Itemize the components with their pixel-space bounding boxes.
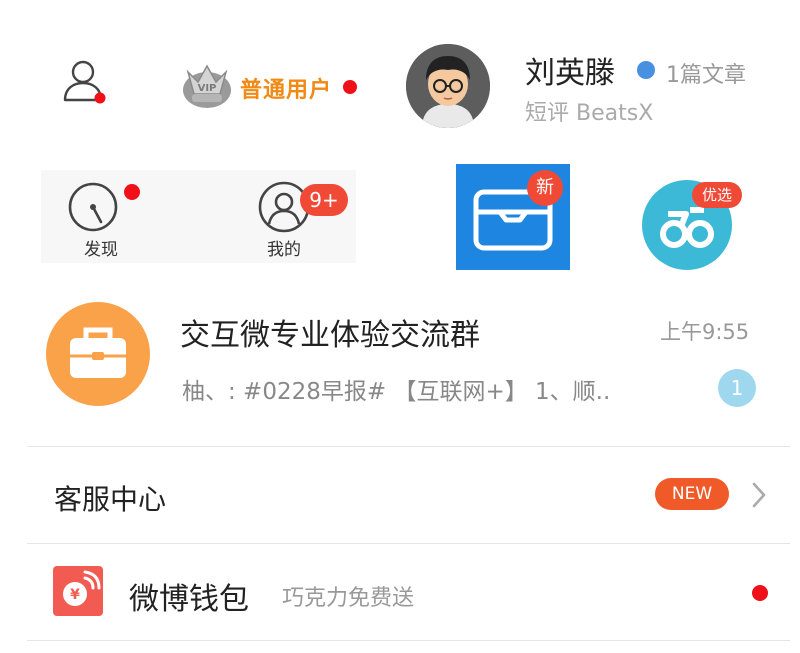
mine-unread-badge: 9+ [300, 184, 348, 216]
notification-dot [343, 80, 357, 94]
new-pill-badge: NEW [655, 478, 729, 510]
verified-dot-icon [637, 61, 655, 79]
crown-icon: VIP [180, 58, 234, 112]
new-badge: 新 [527, 170, 563, 206]
unread-count-badge: 1 [718, 369, 756, 407]
tab-discover-label: 发现 [84, 240, 118, 260]
chevron-right-icon[interactable] [748, 480, 770, 510]
profile-subtitle: 短评 BeatsX [525, 101, 654, 126]
chat-time: 上午9:55 [660, 320, 750, 344]
user-profile-icon[interactable] [62, 58, 108, 106]
article-count: 1篇文章 [666, 63, 746, 88]
profile-name[interactable]: 刘英滕 [525, 48, 615, 92]
user-level-label[interactable]: 普通用户 [240, 72, 332, 104]
featured-badge: 优选 [692, 182, 742, 208]
svg-text:¥: ¥ [70, 587, 80, 603]
discover-notification-dot [124, 184, 140, 200]
compass-icon [68, 182, 118, 232]
tab-mine-label: 我的 [267, 240, 301, 260]
service-center-label[interactable]: 客服中心 [54, 478, 166, 518]
divider [27, 640, 790, 641]
avatar[interactable] [406, 44, 490, 128]
divider [27, 446, 790, 447]
weibo-wallet-icon[interactable]: ¥ [53, 566, 103, 616]
wallet-notification-dot [752, 585, 768, 601]
chat-title[interactable]: 交互微专业体验交流群 [180, 310, 480, 354]
group-avatar-briefcase-icon[interactable] [46, 302, 150, 406]
chat-preview: 柚、: #0228早报# 【互联网+】 1、顺.. [182, 379, 611, 405]
wallet-promo-text: 巧克力免费送 [282, 586, 415, 611]
bottom-tab-strip: 发现 我的 [41, 170, 356, 263]
svg-text:VIP: VIP [198, 83, 217, 94]
weibo-wallet-label[interactable]: 微博钱包 [129, 574, 249, 618]
divider [27, 543, 790, 544]
tab-discover[interactable]: 发现 [41, 170, 161, 263]
